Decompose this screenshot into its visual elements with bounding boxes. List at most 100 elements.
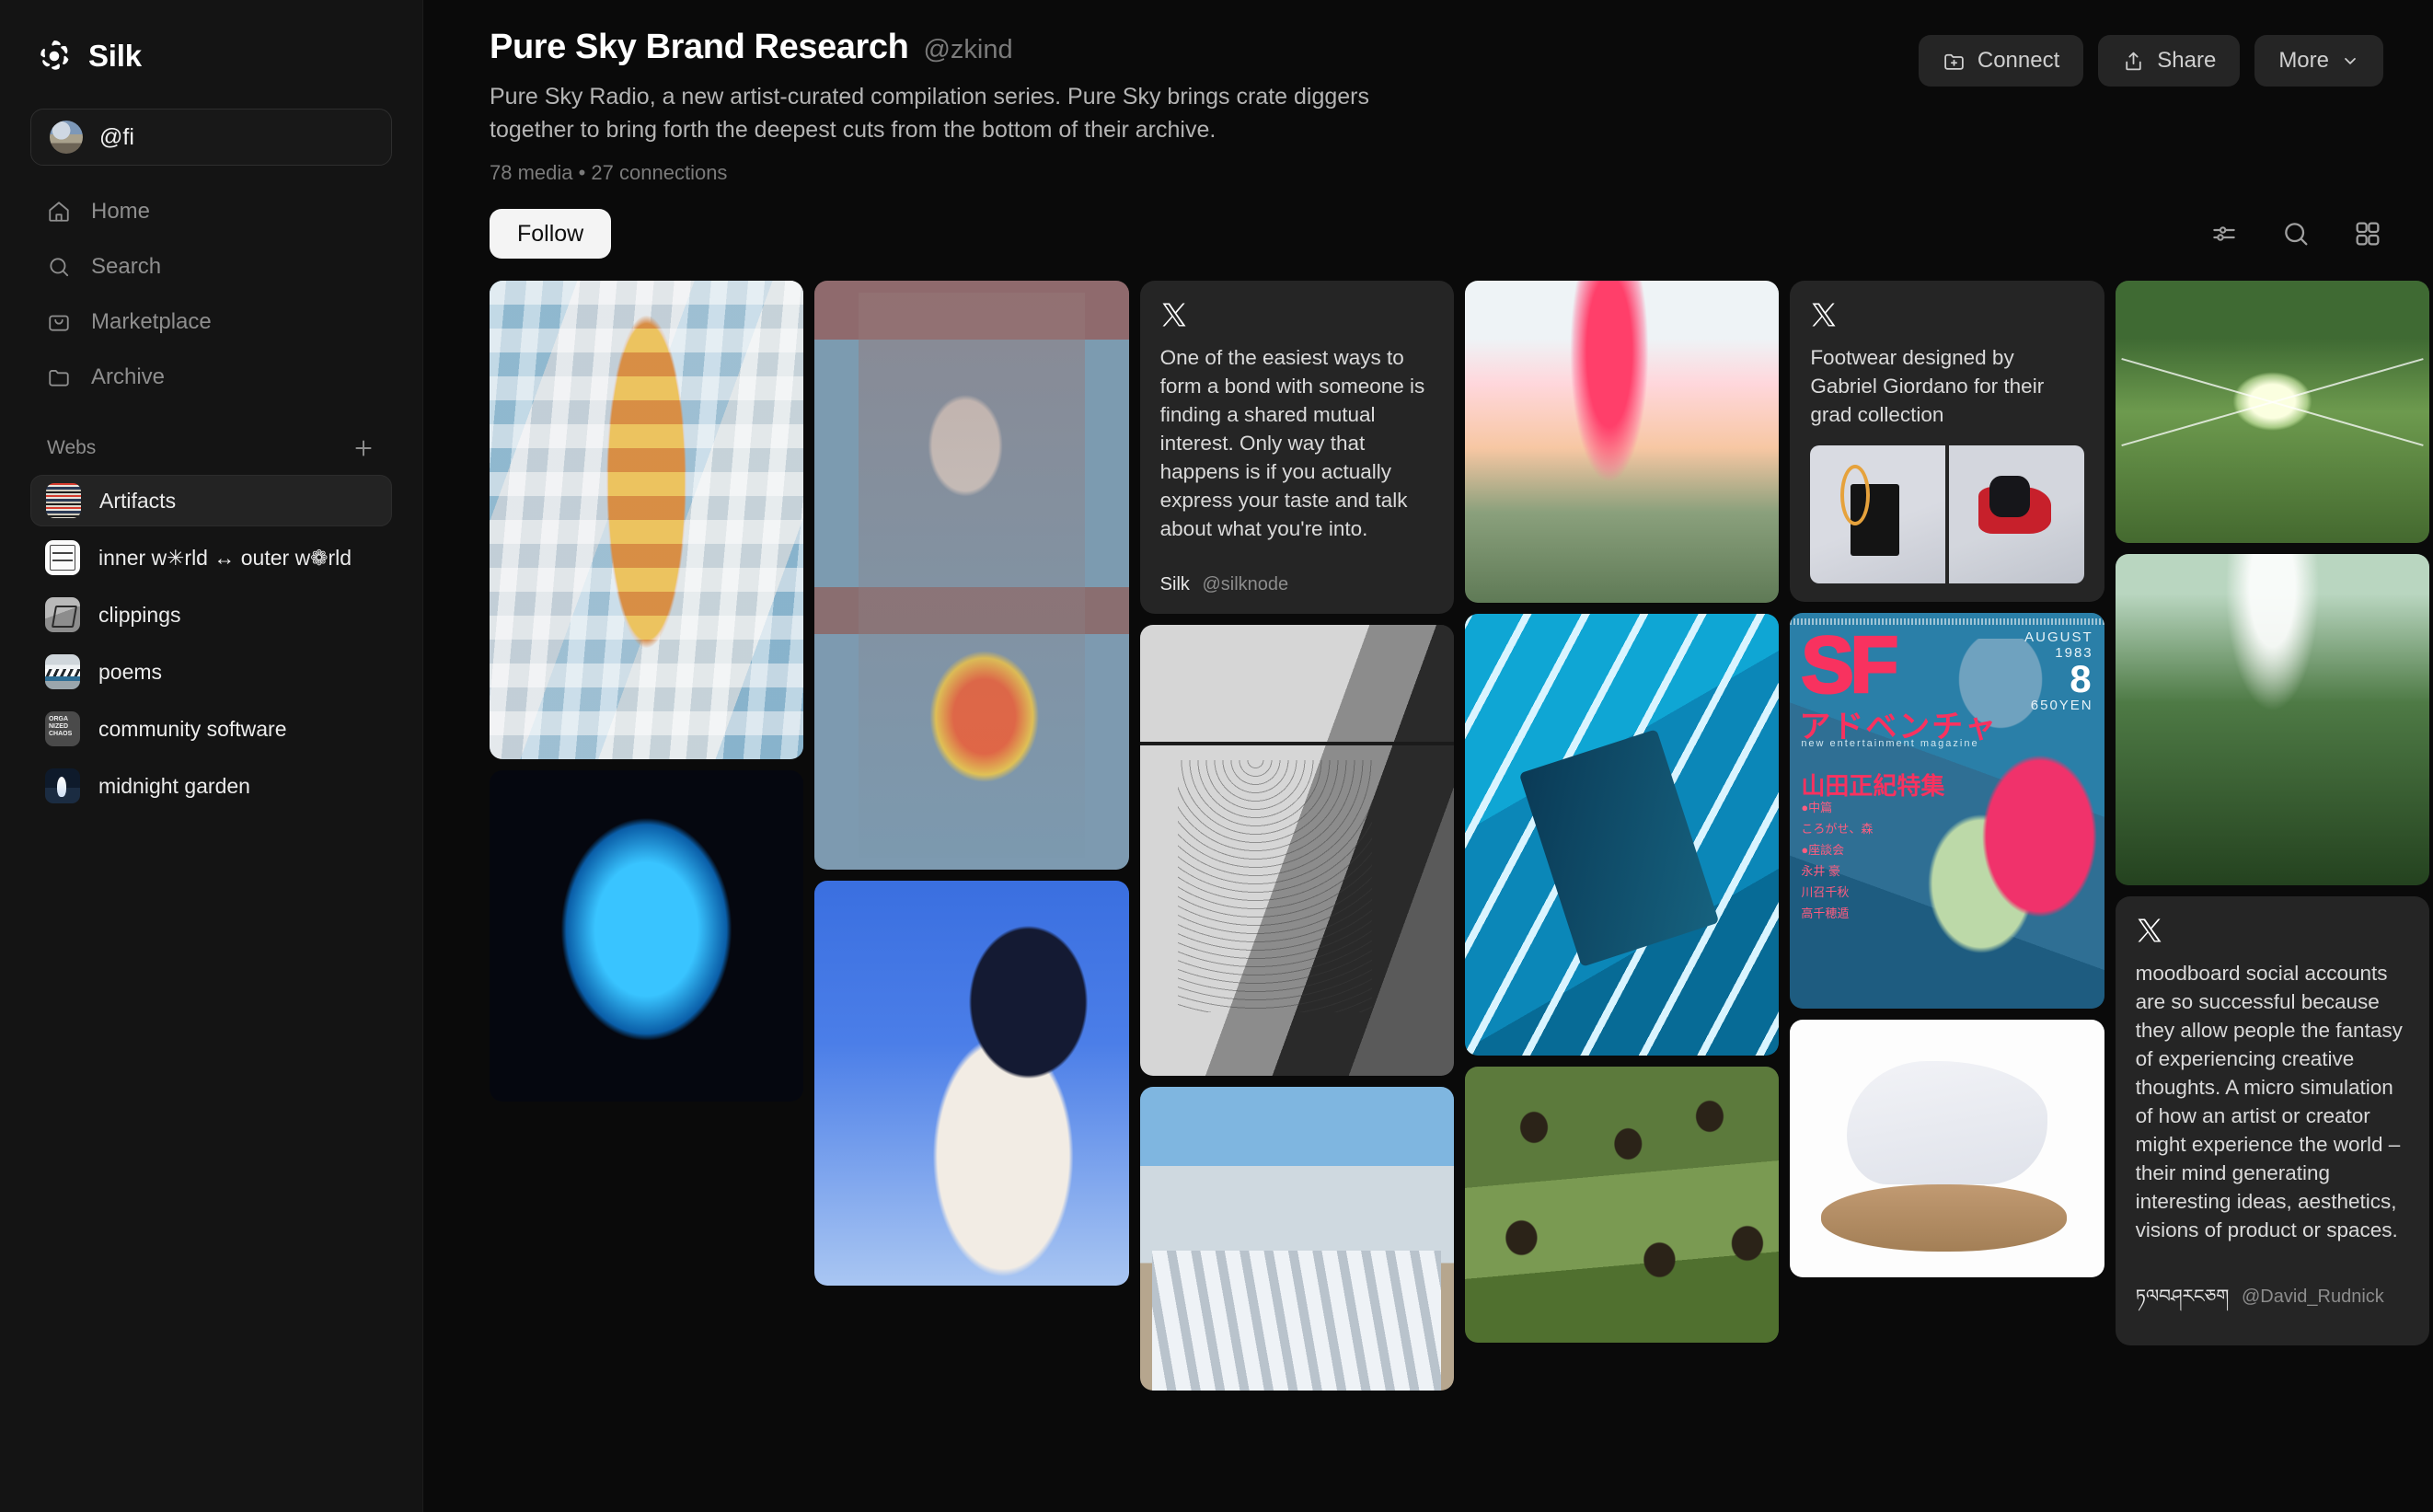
post-card-bond[interactable]: One of the easiest ways to form a bond w… (1139, 281, 1454, 614)
sf-cover-subtitle: new entertainment magazine (1801, 738, 1979, 749)
bag-icon (47, 310, 71, 334)
share-button[interactable]: Share (2098, 35, 2241, 87)
media-card-running-dogs[interactable] (1464, 1067, 1780, 1343)
connect-button[interactable]: Connect (1918, 35, 2084, 87)
add-web-button[interactable] (352, 436, 375, 460)
web-label: poems (98, 659, 163, 684)
webs-section-header: Webs (30, 433, 392, 464)
x-logo-icon (1160, 301, 1188, 329)
sidebar: Silk @fi Home Search Marketplace Archive… (0, 0, 423, 1512)
x-logo-icon (1810, 301, 1838, 329)
forest-light-rays-photo (2115, 554, 2429, 885)
post-author: Silk (1159, 574, 1190, 594)
media-card-white-studded-sneaker[interactable] (1790, 1020, 2104, 1277)
title-line: Pure Sky Brand Research @zkind (490, 28, 1919, 67)
web-label: inner w✳rld ↔ outer w❁rld (98, 545, 352, 570)
post-card-footwear[interactable]: Footwear designed by Gabriel Giordano fo… (1790, 281, 2104, 602)
sf-cover-title: SF (1800, 621, 1900, 710)
web-label: clippings (98, 602, 181, 627)
sidebar-item-search[interactable]: Search (30, 241, 392, 293)
sidebar-item-label: Home (91, 199, 151, 224)
ice-pack-cardigan-artwork (490, 281, 804, 759)
page-header-text: Pure Sky Brand Research @zkind Pure Sky … (460, 28, 1919, 185)
webs-list: Artifacts inner w✳rld ↔ outer w❁rld clip… (30, 475, 392, 812)
sidebar-item-label: Marketplace (91, 309, 212, 334)
hooded-wizard-painting (814, 281, 1129, 870)
search-icon[interactable] (2280, 218, 2312, 249)
sidebar-item-archive[interactable]: Archive (30, 352, 392, 403)
more-label: More (2278, 48, 2329, 73)
more-button[interactable]: More (2254, 35, 2383, 87)
brand[interactable]: Silk (30, 37, 392, 75)
media-card-hooded-wizard[interactable] (814, 281, 1129, 870)
sf-cover-date: AUGUST 1983 8 650YEN (2024, 629, 2093, 713)
account-handle: @fi (99, 123, 134, 150)
app-root: Silk @fi Home Search Marketplace Archive… (0, 0, 2433, 1512)
web-thumbnail-icon (46, 483, 81, 518)
media-card-spiderweb-barbed-wire[interactable] (1139, 625, 1454, 1076)
sidebar-web-inner-outer-world[interactable]: inner w✳rld ↔ outer w❁rld (30, 532, 392, 583)
share-icon (2122, 50, 2145, 73)
web-thumbnail-icon (45, 654, 80, 689)
sf-cover-lines: ●中篇 ころがせ、森 ●座談会 永井 豪 川召千秋 高千穂遁 (1801, 801, 1874, 920)
media-card-snow-mountain-panels[interactable] (1139, 1087, 1454, 1391)
page-title: Pure Sky Brand Research (490, 28, 909, 66)
sidebar-web-artifacts[interactable]: Artifacts (30, 475, 392, 526)
follow-button[interactable]: Follow (490, 209, 612, 259)
sun-flare-green-field-photo (2115, 281, 2429, 543)
filter-sliders-icon[interactable] (2208, 218, 2240, 249)
post-handle[interactable]: @silknode (1202, 574, 1288, 594)
post-author: ཏལབཤརངཅག (2135, 1287, 2230, 1307)
sidebar-item-home[interactable]: Home (30, 186, 392, 237)
page-header: Pure Sky Brand Research @zkind Pure Sky … (423, 0, 2433, 185)
media-card-blue-sky-figure[interactable] (814, 881, 1129, 1286)
home-icon (47, 200, 71, 224)
account-switcher[interactable]: @fi (30, 109, 392, 166)
post-footer: ཏལབཤརངཅག @David_Rudnick (2136, 1275, 2409, 1327)
sf-cover-price: 650YEN (2030, 698, 2093, 713)
web-thumbnail-icon (45, 540, 80, 575)
sidebar-item-label: Search (91, 254, 162, 279)
media-card-ice-pack-cardigan[interactable] (490, 281, 804, 759)
post-body: One of the easiest ways to form a bond w… (1159, 346, 1431, 540)
post-handle[interactable]: @David_Rudnick (2242, 1287, 2384, 1307)
web-thumbnail-icon (45, 597, 80, 632)
folder-icon (47, 365, 71, 389)
silk-petal-logo-icon (35, 37, 74, 75)
media-card-sf-adventure-magazine[interactable]: SF アドベンチャ new entertainment magazine AUG… (1790, 613, 2104, 1009)
post-card-moodboard[interactable]: moodboard social accounts are so success… (2115, 896, 2429, 1345)
view-tools (2208, 218, 2383, 249)
header-actions: Connect Share More (1918, 28, 2396, 87)
post-body: moodboard social accounts are so success… (2135, 962, 2409, 1241)
sidebar-web-midnight-garden[interactable]: midnight garden (30, 760, 392, 812)
blue-glowing-dress-photo (490, 770, 804, 1102)
media-card-forest-light-rays[interactable] (2115, 554, 2429, 885)
sidebar-web-community-software[interactable]: community software (30, 703, 392, 755)
sf-adventure-magazine-cover: SF アドベンチャ new entertainment magazine AUG… (1790, 613, 2104, 1009)
main-content: Pure Sky Brand Research @zkind Pure Sky … (423, 0, 2433, 1512)
sf-cover-issue: 8 (2070, 657, 2093, 700)
sf-cover-month: AUGUST (2024, 629, 2093, 645)
avatar (50, 121, 83, 154)
post-media-thumbnails[interactable] (1810, 445, 2084, 583)
media-card-sun-flare-field[interactable] (2115, 281, 2429, 543)
share-label: Share (2157, 48, 2217, 73)
media-grid: One of the easiest ways to form a bond w… (490, 281, 2429, 1477)
sneaker-thumb-left (1810, 445, 1945, 583)
sidebar-web-poems[interactable]: poems (30, 646, 392, 698)
folder-plus-icon (1943, 50, 1966, 73)
search-icon (47, 255, 71, 279)
sidebar-web-clippings[interactable]: clippings (30, 589, 392, 641)
media-card-pink-smoke-landscape[interactable] (1464, 281, 1780, 603)
blue-sky-figure-artwork (814, 881, 1129, 1286)
page-meta: 78 media • 27 connections (490, 161, 728, 184)
sidebar-item-label: Archive (91, 364, 166, 389)
sidebar-item-marketplace[interactable]: Marketplace (30, 296, 392, 348)
cyan-room-figure-artwork (1464, 614, 1780, 1056)
post-body: Footwear designed by Gabriel Giordano fo… (1810, 346, 2050, 426)
page-handle[interactable]: @zkind (923, 35, 1012, 65)
grid-layout-icon[interactable] (2352, 218, 2383, 249)
web-thumbnail-icon (45, 768, 80, 803)
media-card-cyan-room-figure[interactable] (1464, 614, 1780, 1056)
media-card-blue-glowing-dress[interactable] (490, 770, 804, 1102)
